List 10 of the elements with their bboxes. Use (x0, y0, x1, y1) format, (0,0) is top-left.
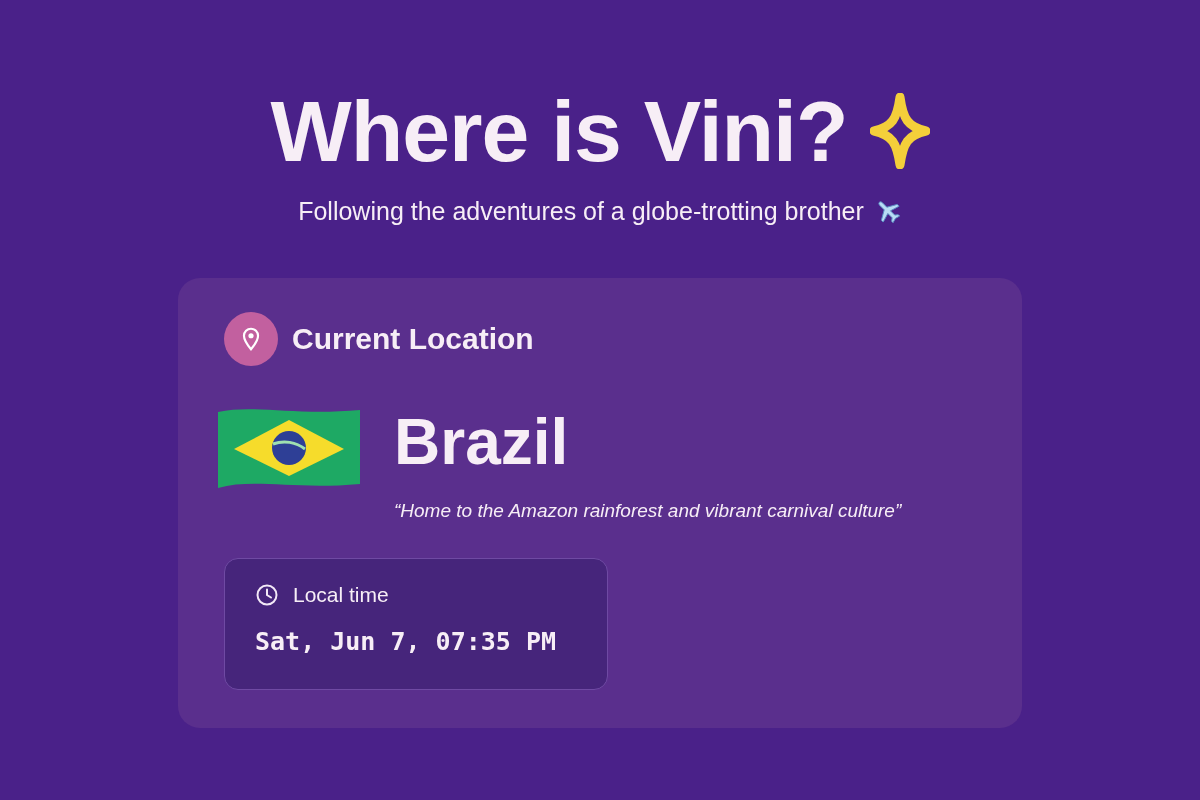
sparkle-icon (869, 93, 930, 170)
clock-icon (255, 582, 279, 607)
card-heading: Current Location (292, 321, 534, 356)
page-subtitle: Following the adventures of a globe-trotting brother (298, 196, 864, 226)
location-pin-icon (224, 311, 278, 366)
country-description: “Home to the Amazon rainforest and vibrant carnival culture” (394, 499, 902, 522)
time-label: Local time (293, 582, 389, 607)
country-name: Brazil (394, 409, 570, 474)
time-value: Sat, Jun 7, 07:35 PM (255, 626, 558, 656)
page-title: Where is Vini? (270, 84, 848, 179)
